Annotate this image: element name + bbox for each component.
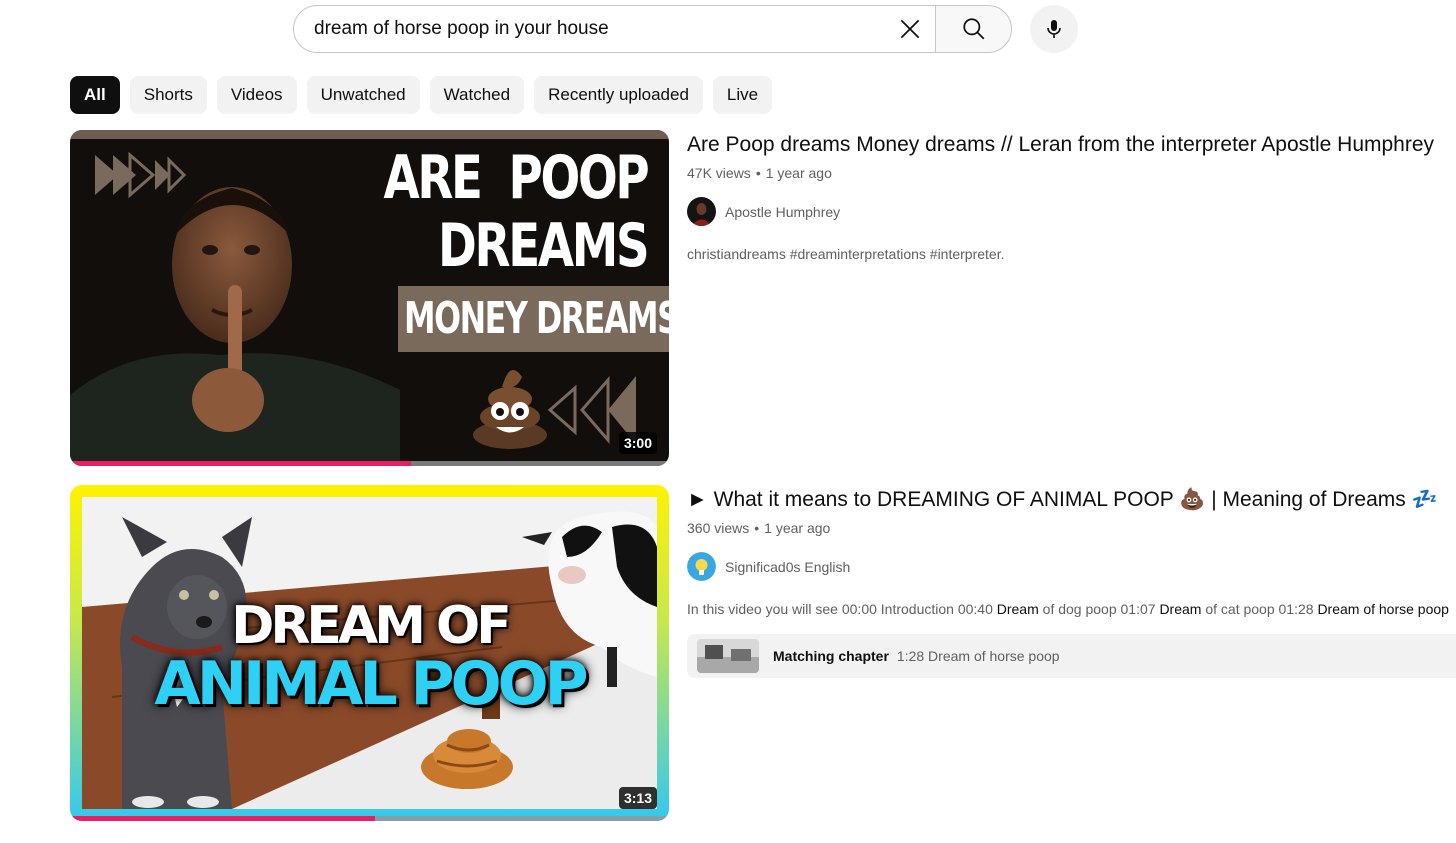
chapter-label: Matching chapter <box>773 648 889 664</box>
search-button[interactable] <box>935 5 1012 53</box>
avatar <box>687 197 716 226</box>
search-icon <box>962 18 984 40</box>
filter-chips: All Shorts Videos Unwatched Watched Rece… <box>70 76 773 114</box>
chip-all[interactable]: All <box>70 76 120 114</box>
thumbnail-line-2: DREAMS <box>437 211 650 281</box>
search-box <box>293 5 936 53</box>
thumbnail-headline: DREAM OF ANIMAL POOP <box>70 596 669 719</box>
video-meta: 360 views • 1 year ago <box>687 520 1456 536</box>
description-highlight: Dream <box>996 601 1039 617</box>
meta-separator: • <box>755 165 761 181</box>
view-count: 360 views <box>687 520 750 536</box>
meta-separator: • <box>754 520 760 536</box>
chip-unwatched[interactable]: Unwatched <box>306 76 420 114</box>
avatar <box>687 552 716 581</box>
thumbnail-line-1: ARE POOP <box>383 143 649 213</box>
chip-watched[interactable]: Watched <box>429 76 525 114</box>
description-highlight: Dream <box>1159 601 1202 617</box>
video-info: ► What it means to DREAMING OF ANIMAL PO… <box>687 486 1456 678</box>
video-thumbnail[interactable]: DREAM OF ANIMAL POOP 3:13 <box>70 485 669 821</box>
video-duration: 3:00 <box>618 432 657 454</box>
voice-search-button[interactable] <box>1030 5 1078 53</box>
channel-link[interactable]: Apostle Humphrey <box>687 197 1456 226</box>
channel-link[interactable]: Significad0s English <box>687 552 1456 581</box>
video-duration: 3:13 <box>618 787 657 809</box>
watch-progress-track <box>70 461 669 466</box>
chip-shorts[interactable]: Shorts <box>129 76 207 114</box>
upload-age: 1 year ago <box>765 165 832 181</box>
description-highlight: Dream of horse poop <box>1317 601 1449 617</box>
thumbnail-line-2: ANIMAL POOP <box>154 649 588 719</box>
channel-name: Apostle Humphrey <box>725 203 841 220</box>
matching-chapter[interactable]: Matching chapter 1:28 Dream of horse poo… <box>687 634 1456 678</box>
view-count: 47K views <box>687 165 751 181</box>
search-results-page: All Shorts Videos Unwatched Watched Rece… <box>0 0 1456 843</box>
chip-recently-uploaded[interactable]: Recently uploaded <box>534 76 703 114</box>
thumbnail-line-1: DREAM OF <box>231 596 512 656</box>
description-text: In this video you will see 00:00 Introdu… <box>687 601 997 617</box>
watch-progress-fill <box>70 461 412 466</box>
watch-progress-fill <box>70 816 376 821</box>
thumbnail-headline: ARE POOP DREAMS <box>383 143 650 281</box>
video-thumbnail[interactable]: ARE POOP DREAMS MONEY DREAMS 3:00 <box>70 130 669 466</box>
video-info: Are Poop dreams Money dreams // Leran fr… <box>687 131 1456 262</box>
description-text: of dog poop 01:07 <box>1038 601 1160 617</box>
channel-name: Significad0s English <box>725 558 851 575</box>
thumbnail-banner-text: MONEY DREAMS <box>404 293 669 344</box>
video-title[interactable]: Are Poop dreams Money dreams // Leran fr… <box>687 131 1456 159</box>
mic-icon <box>1047 20 1061 38</box>
search-input[interactable] <box>314 18 890 40</box>
chapter-text: 1:28 Dream of horse poop <box>896 648 1060 664</box>
watch-progress-track <box>70 816 669 821</box>
description-text: of cat poop 01:28 <box>1201 601 1318 617</box>
video-meta: 47K views • 1 year ago <box>687 165 1456 181</box>
video-description: In this video you will see 00:00 Introdu… <box>687 601 1456 617</box>
video-title[interactable]: ► What it means to DREAMING OF ANIMAL PO… <box>687 486 1456 514</box>
chapter-thumbnail <box>697 639 759 673</box>
close-icon <box>900 19 920 39</box>
chip-live[interactable]: Live <box>712 76 773 114</box>
clear-search-button[interactable] <box>890 9 930 49</box>
video-description: christiandreams #dreaminterpretations #i… <box>687 246 1005 262</box>
chip-videos[interactable]: Videos <box>216 76 297 114</box>
upload-age: 1 year ago <box>764 520 831 536</box>
